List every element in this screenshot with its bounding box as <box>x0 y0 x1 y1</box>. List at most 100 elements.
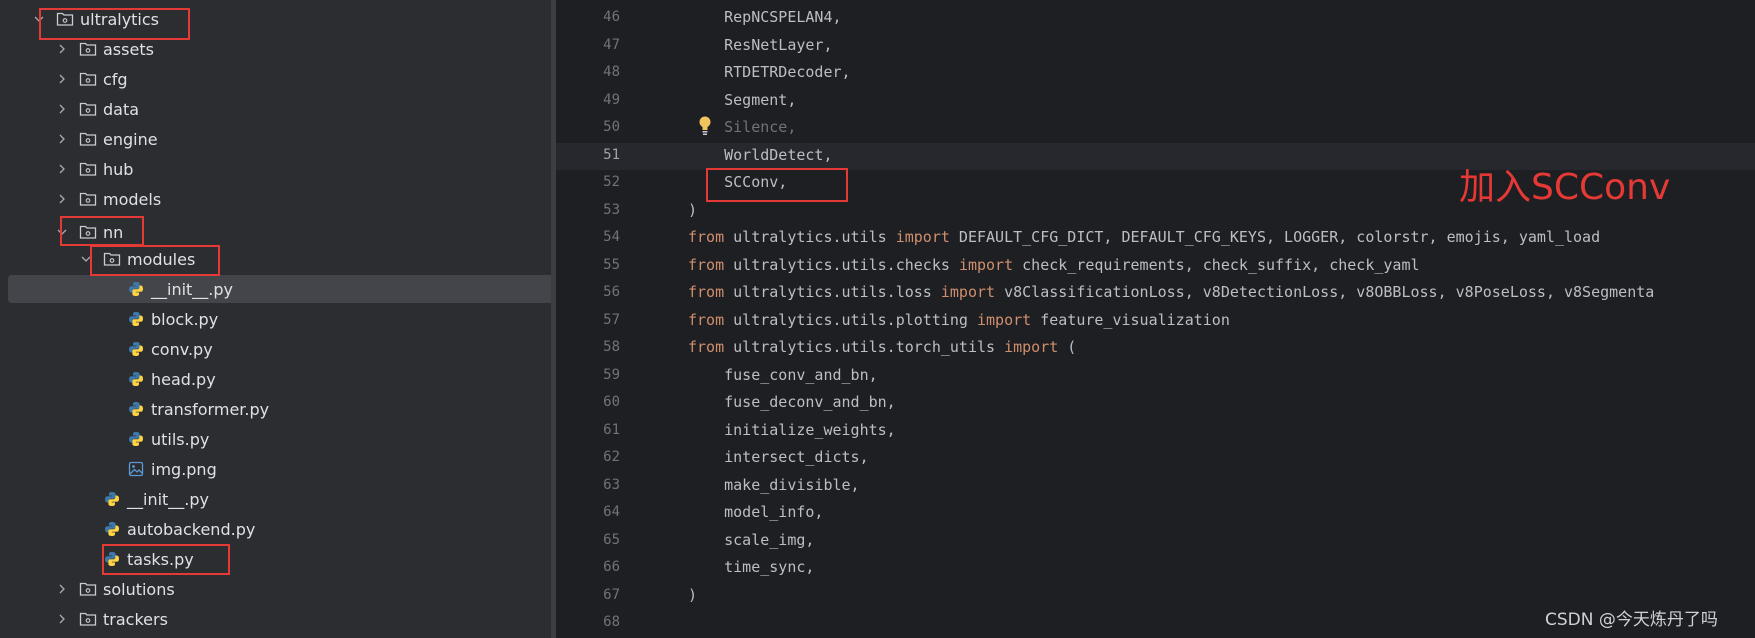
code-line[interactable]: fuse_deconv_and_bn, <box>688 393 896 411</box>
code-line[interactable]: WorldDetect, <box>688 146 832 164</box>
code-token: DEFAULT_CFG_DICT, DEFAULT_CFG_KEYS, LOGG… <box>949 228 1601 246</box>
chevron-right-icon[interactable] <box>55 582 69 596</box>
chevron-right-icon[interactable] <box>55 612 69 626</box>
python-file-icon <box>127 311 145 327</box>
image-file-icon <box>127 461 145 477</box>
line-number: 64 <box>603 504 620 520</box>
highlight-box-modules <box>90 245 220 276</box>
line-number: 66 <box>603 559 620 575</box>
code-keyword: import <box>1004 338 1059 356</box>
code-line[interactable]: RTDETRDecoder, <box>688 63 850 81</box>
tree-file-tasks-py[interactable]: tasks.py <box>8 545 551 573</box>
tree-folder-engine[interactable]: engine <box>8 125 551 153</box>
tree-folder-trackers[interactable]: trackers <box>8 605 551 633</box>
code-line[interactable]: Segment, <box>688 91 796 109</box>
tree-file-init-py[interactable]: __init__.py <box>8 275 551 303</box>
code-keyword: from <box>688 338 725 356</box>
code-token: initialize_weights, <box>724 420 896 439</box>
tree-file-autobackend-py[interactable]: autobackend.py <box>8 515 551 543</box>
code-line[interactable]: from ultralytics.utils.loss import v8Cla… <box>688 283 1654 301</box>
code-editor[interactable]: 46 47 48 49 50 51 52 53 54 55 56 57 58 59 60 61 62 63 64 65… <box>556 0 1755 638</box>
package-folder-icon <box>79 131 97 147</box>
line-number: 51 <box>603 146 620 163</box>
line-number: 60 <box>603 394 620 410</box>
tree-file-block-py[interactable]: block.py <box>8 305 551 333</box>
line-number: 68 <box>603 614 620 630</box>
code-token: time_sync, <box>724 558 815 576</box>
chevron-right-icon[interactable] <box>55 42 69 56</box>
code-line[interactable]: from ultralytics.utils.torch_utils impor… <box>688 338 1076 356</box>
code-keyword: import <box>940 283 996 301</box>
tree-folder-hub[interactable]: hub <box>8 155 551 183</box>
code-line[interactable]: ) <box>688 586 697 604</box>
lightbulb-icon[interactable] <box>698 115 712 137</box>
tree-file-utils-py[interactable]: utils.py <box>8 425 551 453</box>
chevron-right-icon[interactable] <box>55 162 69 176</box>
code-line[interactable]: fuse_conv_and_bn, <box>688 366 878 384</box>
tree-folder-models[interactable]: models <box>8 185 551 213</box>
line-number: 50 <box>603 119 620 135</box>
tree-label: __init__.py <box>151 279 234 299</box>
line-number: 63 <box>603 476 620 493</box>
tree-file-conv-py[interactable]: conv.py <box>8 335 551 363</box>
tree-folder-solutions[interactable]: solutions <box>8 575 551 603</box>
code-token: ) <box>688 200 698 219</box>
code-line[interactable]: scale_img, <box>688 531 814 549</box>
line-number: 67 <box>603 586 620 603</box>
code-token: fuse_deconv_and_bn, <box>724 393 896 411</box>
tree-label: trackers <box>103 609 168 629</box>
package-folder-icon <box>79 41 97 57</box>
line-number: 62 <box>603 449 620 465</box>
chevron-right-icon[interactable] <box>55 132 69 146</box>
code-token: scale_img, <box>724 530 815 549</box>
python-file-icon <box>127 341 145 357</box>
tree-file-img-png[interactable]: img.png <box>8 455 551 483</box>
tree-label: cfg <box>103 69 128 89</box>
line-number: 47 <box>603 36 620 53</box>
tree-file-head-py[interactable]: head.py <box>8 365 551 393</box>
line-number: 46 <box>603 9 620 25</box>
code-token: feature_visualization <box>1031 310 1230 329</box>
code-token: check_requirements, check_suffix, check_… <box>1013 255 1420 274</box>
tree-label: img.png <box>151 459 217 479</box>
tree-folder-data[interactable]: data <box>8 95 551 123</box>
tree-label: block.py <box>151 309 219 329</box>
python-file-icon <box>127 431 145 447</box>
code-line[interactable]: intersect_dicts, <box>688 448 869 466</box>
package-folder-icon <box>79 71 97 87</box>
line-number: 52 <box>603 174 620 190</box>
line-number: 58 <box>603 339 620 355</box>
code-line[interactable]: from ultralytics.utils import DEFAULT_CF… <box>688 228 1600 246</box>
code-token: fuse_conv_and_bn, <box>724 365 878 384</box>
highlight-box-tasks <box>102 544 230 575</box>
code-token: ultralytics.utils.torch_utils <box>724 338 1005 356</box>
chevron-right-icon[interactable] <box>55 192 69 206</box>
code-line[interactable]: ResNetLayer, <box>688 36 832 54</box>
tree-file-transformer-py[interactable]: transformer.py <box>8 395 551 423</box>
code-line[interactable]: time_sync, <box>688 558 814 576</box>
chevron-right-icon[interactable] <box>55 72 69 86</box>
code-line[interactable]: make_divisible, <box>688 476 859 494</box>
tree-file-init-py[interactable]: __init__.py <box>8 485 551 513</box>
code-token: intersect_dicts, <box>724 448 869 466</box>
code-line[interactable]: ) <box>688 201 697 219</box>
code-token: Segment, <box>724 90 797 109</box>
tree-folder-cfg[interactable]: cfg <box>8 65 551 93</box>
tree-label: head.py <box>151 369 216 389</box>
code-line[interactable]: RepNCSPELAN4, <box>688 8 841 26</box>
code-line[interactable]: from ultralytics.utils.plotting import f… <box>688 311 1230 329</box>
code-line[interactable]: initialize_weights, <box>688 421 896 439</box>
code-token: ultralytics.utils.checks <box>724 255 959 274</box>
code-line[interactable]: model_info, <box>688 503 823 521</box>
line-number: 48 <box>603 64 620 80</box>
code-line[interactable]: from ultralytics.utils.checks import che… <box>688 256 1420 274</box>
code-keyword: from <box>688 228 725 246</box>
chevron-right-icon[interactable] <box>55 102 69 116</box>
